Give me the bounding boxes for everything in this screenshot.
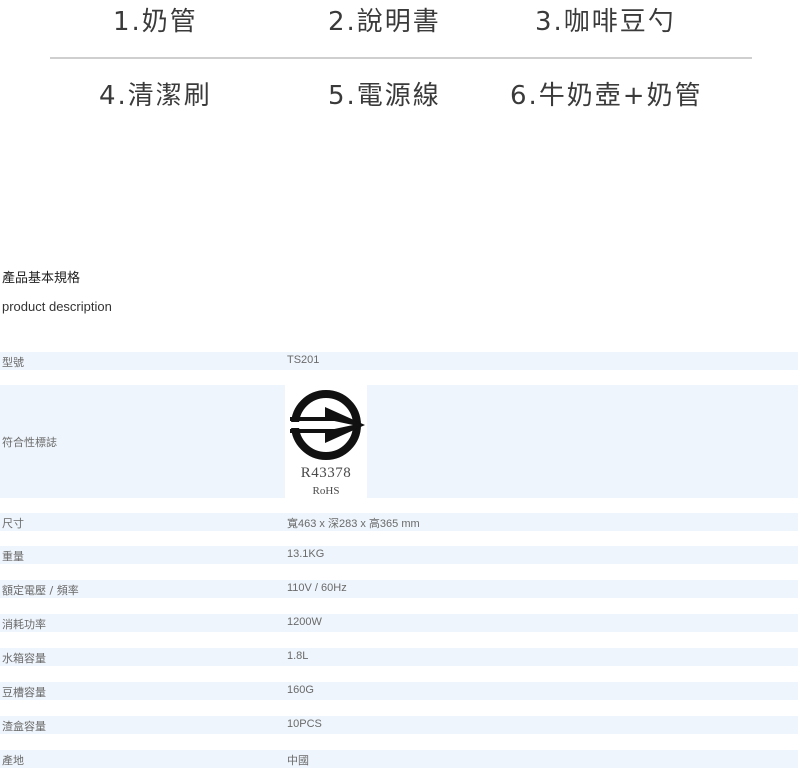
spec-row-certification: 符合性標誌 R43378 RoHS xyxy=(0,385,798,500)
spec-row-power: 消耗功率 1200W xyxy=(0,614,798,632)
accessory-row-1: 1.奶管 2.說明書 3.咖啡豆勺 xyxy=(0,2,800,42)
spec-label: 符合性標誌 xyxy=(2,436,57,449)
bsmi-commodity-inspection-mark-icon xyxy=(288,390,365,460)
spec-value: 中國 xyxy=(287,755,309,767)
spec-label: 產地 xyxy=(2,754,24,767)
accessory-row-2: 4.清潔刷 5.電源線 6.牛奶壺+奶管 xyxy=(0,76,800,116)
spec-label: 水箱容量 xyxy=(2,652,46,665)
spec-label: 型號 xyxy=(2,356,24,369)
spec-title: 產品基本規格 xyxy=(2,271,81,286)
accessory-divider xyxy=(50,57,752,59)
spec-row-dimensions: 尺寸 寬463 x 深283 x 高365 mm xyxy=(0,513,798,531)
spec-value: 1.8L xyxy=(287,650,309,662)
spec-value: 10PCS xyxy=(287,718,322,730)
spec-row-water-tank: 水箱容量 1.8L xyxy=(0,648,798,666)
accessory-cleaning-brush: 4.清潔刷 xyxy=(99,81,212,111)
spec-label: 額定電壓 / 頻率 xyxy=(2,584,79,597)
spec-row-origin: 產地 中國 xyxy=(0,750,798,768)
spec-row-model: 型號 TS201 xyxy=(0,352,798,370)
spec-value: 110V / 60Hz xyxy=(287,582,347,594)
spec-row-bean-hopper: 豆槽容量 160G xyxy=(0,682,798,700)
spec-subtitle: product description xyxy=(2,299,112,314)
spec-label: 重量 xyxy=(2,550,24,563)
certification-mark: R43378 RoHS xyxy=(285,385,367,500)
spec-value: 1200W xyxy=(287,616,322,628)
spec-row-voltage-frequency: 額定電壓 / 頻率 110V / 60Hz xyxy=(0,580,798,598)
spec-row-grounds-box: 渣盒容量 10PCS xyxy=(0,716,798,734)
spec-row-weight: 重量 13.1KG xyxy=(0,546,798,564)
spec-label: 消耗功率 xyxy=(2,618,46,631)
spec-value: 寬463 x 深283 x 高365 mm xyxy=(287,518,420,530)
spec-value: TS201 xyxy=(287,354,320,366)
spec-label: 尺寸 xyxy=(2,517,24,530)
accessory-milk-jug-and-tube: 6.牛奶壺+奶管 xyxy=(510,81,703,111)
spec-label: 豆槽容量 xyxy=(2,686,46,699)
accessory-milk-tube: 1.奶管 xyxy=(113,7,198,37)
accessory-power-cord: 5.電源線 xyxy=(328,81,441,111)
certification-code: R43378 xyxy=(300,465,352,481)
rohs-mark: RoHS xyxy=(312,485,340,497)
spec-value: 160G xyxy=(287,684,314,696)
accessory-manual: 2.說明書 xyxy=(328,7,441,37)
accessory-coffee-scoop: 3.咖啡豆勺 xyxy=(535,7,676,37)
spec-value: 13.1KG xyxy=(287,548,325,560)
spec-label: 渣盒容量 xyxy=(2,720,46,733)
